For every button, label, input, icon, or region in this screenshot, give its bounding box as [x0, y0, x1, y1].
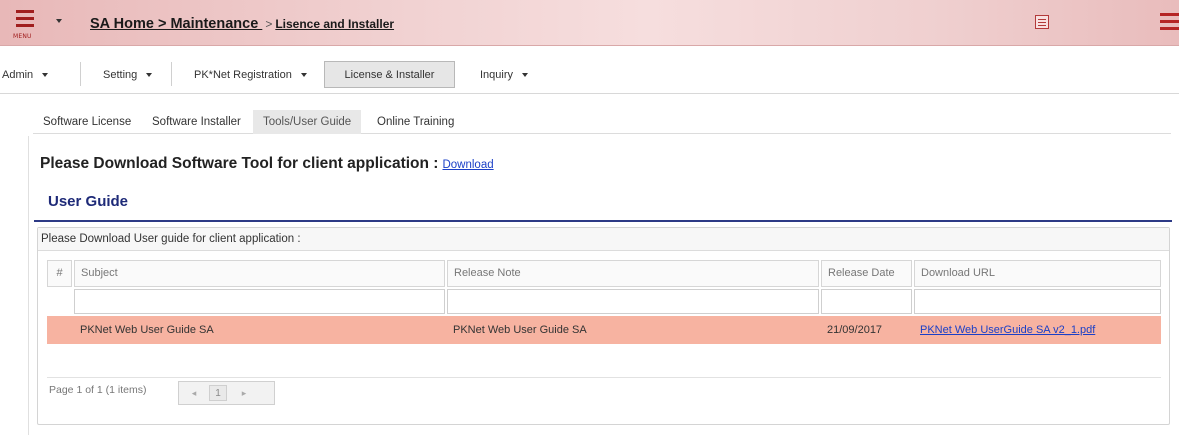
download-tool-text: Please Download Software Tool for client… — [40, 155, 439, 172]
tab-software-license[interactable]: Software License — [33, 110, 141, 134]
nav-setting-label: Setting — [103, 69, 138, 81]
download-tool-line: Please Download Software Tool for client… — [40, 155, 494, 173]
tab-software-installer[interactable]: Software Installer — [142, 110, 251, 134]
pager-info: Page 1 of 1 (1 items) — [49, 384, 147, 396]
nav-divider — [80, 62, 81, 86]
nav-divider — [171, 62, 172, 86]
main-navigation: Admin Setting PK*Net Registration Licens… — [0, 56, 1179, 94]
column-header-subject[interactable]: Subject — [74, 260, 445, 287]
hamburger-icon-bar — [1160, 27, 1179, 30]
filter-subject-input[interactable] — [74, 289, 445, 314]
card-icon[interactable] — [1035, 15, 1049, 29]
column-header-release-note[interactable]: Release Note — [447, 260, 819, 287]
nav-pknet-registration[interactable]: PK*Net Registration — [194, 62, 307, 88]
grid-caption: Please Download User guide for client ap… — [38, 228, 1169, 251]
nav-license-installer[interactable]: License & Installer — [324, 61, 455, 88]
row-release-date: 21/09/2017 — [827, 324, 883, 336]
table-row-empty — [47, 344, 1161, 378]
nav-setting[interactable]: Setting — [103, 62, 153, 88]
nav-license-installer-label: License & Installer — [344, 69, 435, 81]
column-header-index: # — [47, 260, 72, 287]
breadcrumb-separator: > — [265, 17, 273, 31]
filter-release-date-input[interactable] — [821, 289, 912, 314]
content-panel: Please Download Software Tool for client… — [28, 136, 1179, 435]
user-guide-grid: Please Download User guide for client ap… — [37, 227, 1170, 425]
chevron-down-icon[interactable] — [56, 19, 62, 23]
chevron-down-icon — [42, 73, 49, 78]
hamburger-menu-icon — [16, 10, 34, 13]
pager-prev-button[interactable]: ◂ — [181, 382, 207, 404]
user-guide-heading: User Guide — [48, 193, 129, 210]
pager-page-1[interactable]: 1 — [209, 385, 227, 401]
hamburger-icon-bar — [1160, 20, 1179, 23]
row-subject: PKNet Web User Guide SA — [80, 324, 214, 336]
top-header-bar: MENU SA Home > Maintenance > Lisence and … — [0, 0, 1179, 46]
nav-inquiry-label: Inquiry — [480, 69, 514, 81]
menu-caption: MENU — [13, 33, 32, 40]
breadcrumb-current[interactable]: Lisence and Installer — [275, 17, 394, 31]
column-header-release-date[interactable]: Release Date — [821, 260, 912, 287]
chevron-down-icon — [522, 73, 529, 78]
download-url-link[interactable]: PKNet Web UserGuide SA v2_1.pdf — [920, 324, 1095, 336]
row-download-url-cell: PKNet Web UserGuide SA v2_1.pdf — [914, 316, 1095, 344]
nav-admin-label: Admin — [2, 69, 34, 81]
download-link[interactable]: Download — [442, 159, 493, 171]
chevron-down-icon — [300, 73, 307, 78]
pager-next-button[interactable]: ▸ — [231, 382, 257, 404]
chevron-down-icon — [146, 73, 153, 78]
hamburger-menu-icon-bar — [16, 24, 34, 27]
breadcrumb: SA Home > Maintenance > Lisence and Insta… — [90, 15, 394, 32]
menu-button[interactable]: MENU — [8, 6, 38, 40]
hamburger-icon-bar — [1160, 13, 1179, 16]
row-release-note: PKNet Web User Guide SA — [453, 324, 587, 336]
breadcrumb-home[interactable]: SA Home > Maintenance — [90, 16, 262, 32]
hamburger-icon[interactable] — [1160, 13, 1179, 31]
divider — [34, 220, 1172, 222]
pager-controls: ◂ 1 ▸ — [178, 381, 275, 405]
table-row[interactable]: PKNet Web User Guide SA PKNet Web User G… — [47, 316, 1161, 344]
nav-pknet-registration-label: PK*Net Registration — [194, 69, 292, 81]
tab-online-training[interactable]: Online Training — [367, 110, 464, 134]
filter-download-url-input[interactable] — [914, 289, 1161, 314]
tab-tools-user-guide[interactable]: Tools/User Guide — [253, 110, 362, 134]
column-header-download-url[interactable]: Download URL — [914, 260, 1161, 287]
filter-release-note-input[interactable] — [447, 289, 819, 314]
nav-admin[interactable]: Admin — [2, 62, 49, 88]
sub-tabs: Software License Software Installer Tool… — [33, 110, 1171, 134]
nav-inquiry[interactable]: Inquiry — [480, 62, 529, 88]
hamburger-menu-icon-bar — [16, 17, 34, 20]
